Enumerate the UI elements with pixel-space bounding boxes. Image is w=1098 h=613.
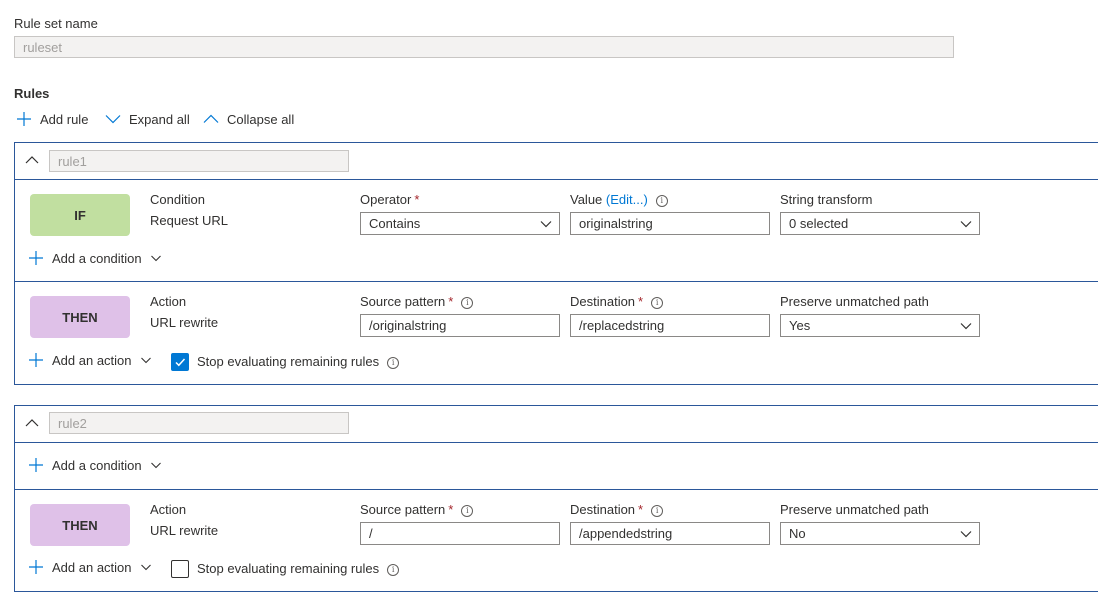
rule2-section-divider [14, 489, 1098, 490]
info-icon: i [461, 296, 474, 309]
collapse-all-button[interactable]: Collapse all [203, 111, 294, 127]
then-badge: THEN [30, 296, 130, 338]
info-icon: i [387, 356, 400, 369]
operator-select[interactable]: Contains [360, 212, 560, 235]
add-condition-label: Add a condition [52, 250, 142, 266]
add-action-label: Add an action [52, 352, 132, 368]
chevron-down-icon [539, 217, 553, 231]
source-pattern-label: Source pattern * i [360, 294, 474, 309]
info-icon: i [651, 296, 664, 309]
string-transform-label: String transform [780, 192, 873, 207]
value-edit-link[interactable]: (Edit...) [606, 192, 648, 207]
chevron-down-icon [959, 217, 973, 231]
destination-input[interactable]: /replacedstring [570, 314, 770, 337]
chevron-down-icon [105, 111, 121, 127]
rule1-header-divider [14, 179, 1098, 180]
preserve-path-value: Yes [789, 318, 811, 333]
string-transform-select[interactable]: 0 selected [780, 212, 980, 235]
plus-icon [16, 111, 32, 127]
info-icon: i [655, 194, 668, 207]
action-title: Action [150, 294, 187, 309]
rule2-collapse-icon[interactable] [24, 416, 40, 430]
source-pattern-input[interactable]: / [360, 522, 560, 545]
ruleset-name-label: Rule set name [14, 16, 98, 31]
operator-label: Operator * [360, 192, 420, 207]
stop-evaluating-checkbox[interactable] [171, 353, 189, 371]
preserve-path-label: Preserve unmatched path [780, 294, 929, 309]
source-pattern-input[interactable]: /originalstring [360, 314, 560, 337]
destination-label: Destination * i [570, 502, 664, 517]
rule2-name-input[interactable]: rule2 [49, 412, 349, 434]
add-action-button[interactable]: Add an action [28, 352, 152, 368]
info-icon: i [387, 563, 400, 576]
plus-icon [28, 457, 44, 473]
then-badge: THEN [30, 504, 130, 546]
preserve-path-select[interactable]: No [780, 522, 980, 545]
plus-icon [28, 250, 44, 266]
rule1-section-divider [14, 281, 1098, 282]
operator-value: Contains [369, 216, 421, 231]
if-badge: IF [30, 194, 130, 236]
chevron-down-icon [140, 561, 152, 573]
add-action-button[interactable]: Add an action [28, 559, 152, 575]
add-rule-button[interactable]: Add rule [16, 111, 88, 127]
rule2-header-divider [14, 442, 1098, 443]
chevron-down-icon [959, 319, 973, 333]
action-title: Action [150, 502, 187, 517]
add-action-label: Add an action [52, 559, 132, 575]
collapse-all-label: Collapse all [227, 111, 295, 127]
chevron-down-icon [959, 527, 973, 541]
chevron-down-icon [150, 252, 162, 264]
stop-evaluating-label: Stop evaluating remaining rules i [197, 354, 400, 369]
plus-icon [28, 559, 44, 575]
rules-heading: Rules [14, 86, 50, 101]
ruleset-name-input[interactable]: ruleset [14, 36, 954, 58]
expand-all-label: Expand all [129, 111, 190, 127]
chevron-down-icon [150, 459, 162, 471]
checkmark-icon [174, 356, 186, 368]
info-icon: i [651, 504, 664, 517]
condition-title: Condition [150, 192, 205, 207]
action-subtitle: URL rewrite [150, 523, 219, 538]
rule1-collapse-icon[interactable] [24, 153, 40, 167]
value-input[interactable]: originalstring [570, 212, 770, 235]
action-subtitle: URL rewrite [150, 315, 219, 330]
plus-icon [28, 352, 44, 368]
rule1-name-input[interactable]: rule1 [49, 150, 349, 172]
preserve-path-label: Preserve unmatched path [780, 502, 929, 517]
preserve-path-value: No [789, 526, 806, 541]
source-pattern-label: Source pattern * i [360, 502, 474, 517]
info-icon: i [461, 504, 474, 517]
string-transform-value: 0 selected [789, 216, 849, 231]
expand-all-button[interactable]: Expand all [105, 111, 190, 127]
stop-evaluating-label: Stop evaluating remaining rules i [197, 561, 400, 576]
add-condition-button[interactable]: Add a condition [28, 250, 162, 266]
destination-input[interactable]: /appendedstring [570, 522, 770, 545]
value-label: Value (Edit...) i [570, 192, 668, 207]
add-rule-label: Add rule [40, 111, 89, 127]
destination-label: Destination * i [570, 294, 664, 309]
add-condition-button[interactable]: Add a condition [28, 457, 162, 473]
add-condition-label: Add a condition [52, 457, 142, 473]
stop-evaluating-checkbox[interactable] [171, 560, 189, 578]
condition-subtitle: Request URL [150, 213, 229, 228]
preserve-path-select[interactable]: Yes [780, 314, 980, 337]
chevron-down-icon [140, 354, 152, 366]
chevron-up-icon [203, 111, 219, 127]
